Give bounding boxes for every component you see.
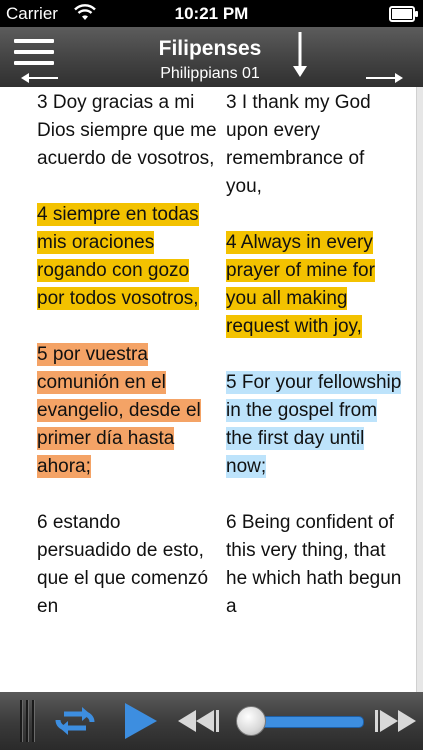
verse-es-3[interactable]: 3 Doy gracias a mi Dios siempre que me a…	[37, 89, 217, 173]
playback-slider[interactable]	[236, 706, 364, 736]
slider-knob[interactable]	[236, 706, 266, 736]
previous-chapter-arrow-icon[interactable]	[20, 71, 60, 85]
rewind-icon[interactable]	[176, 707, 220, 735]
status-bar: Carrier 10:21 PM	[0, 0, 423, 27]
battery-icon	[389, 6, 418, 22]
verse-es-4[interactable]: 4 siempre en todas mis oraciones rogando…	[37, 201, 217, 313]
spanish-column: 3 Doy gracias a mi Dios siempre que me a…	[37, 87, 217, 649]
english-column: 3 I thank my God upon every remembrance …	[226, 87, 404, 649]
verse-en-4[interactable]: 4 Always in every prayer of mine for you…	[226, 229, 404, 341]
verse-en-5[interactable]: 5 For your fellowship in the gospel from…	[226, 369, 404, 481]
menu-icon[interactable]	[14, 37, 58, 67]
chapter-subtitle: Philippians 01	[160, 65, 260, 82]
repeat-icon[interactable]	[52, 705, 98, 737]
verse-es-5[interactable]: 5 por vuestra comunión en el evangelio, …	[37, 341, 217, 481]
verse-es-6[interactable]: 6 estando persuadido de esto, que el que…	[37, 509, 217, 621]
fast-forward-icon[interactable]	[374, 707, 418, 735]
play-icon[interactable]	[121, 701, 159, 741]
clock: 10:21 PM	[174, 4, 249, 23]
verse-content[interactable]: 3 Doy gracias a mi Dios siempre que me a…	[0, 87, 423, 692]
scrollbar[interactable]	[416, 87, 423, 692]
audio-player	[0, 692, 423, 750]
arrow-down-icon[interactable]	[287, 30, 313, 78]
verse-en-6[interactable]: 6 Being confident of this very thing, th…	[226, 509, 404, 621]
next-chapter-arrow-icon[interactable]	[364, 71, 404, 85]
verse-en-3[interactable]: 3 I thank my God upon every remembrance …	[226, 89, 404, 201]
book-title: Filipenses	[158, 37, 262, 60]
grip-handle-icon[interactable]	[20, 700, 35, 742]
nav-bar: Filipenses Philippians 01	[0, 27, 423, 87]
